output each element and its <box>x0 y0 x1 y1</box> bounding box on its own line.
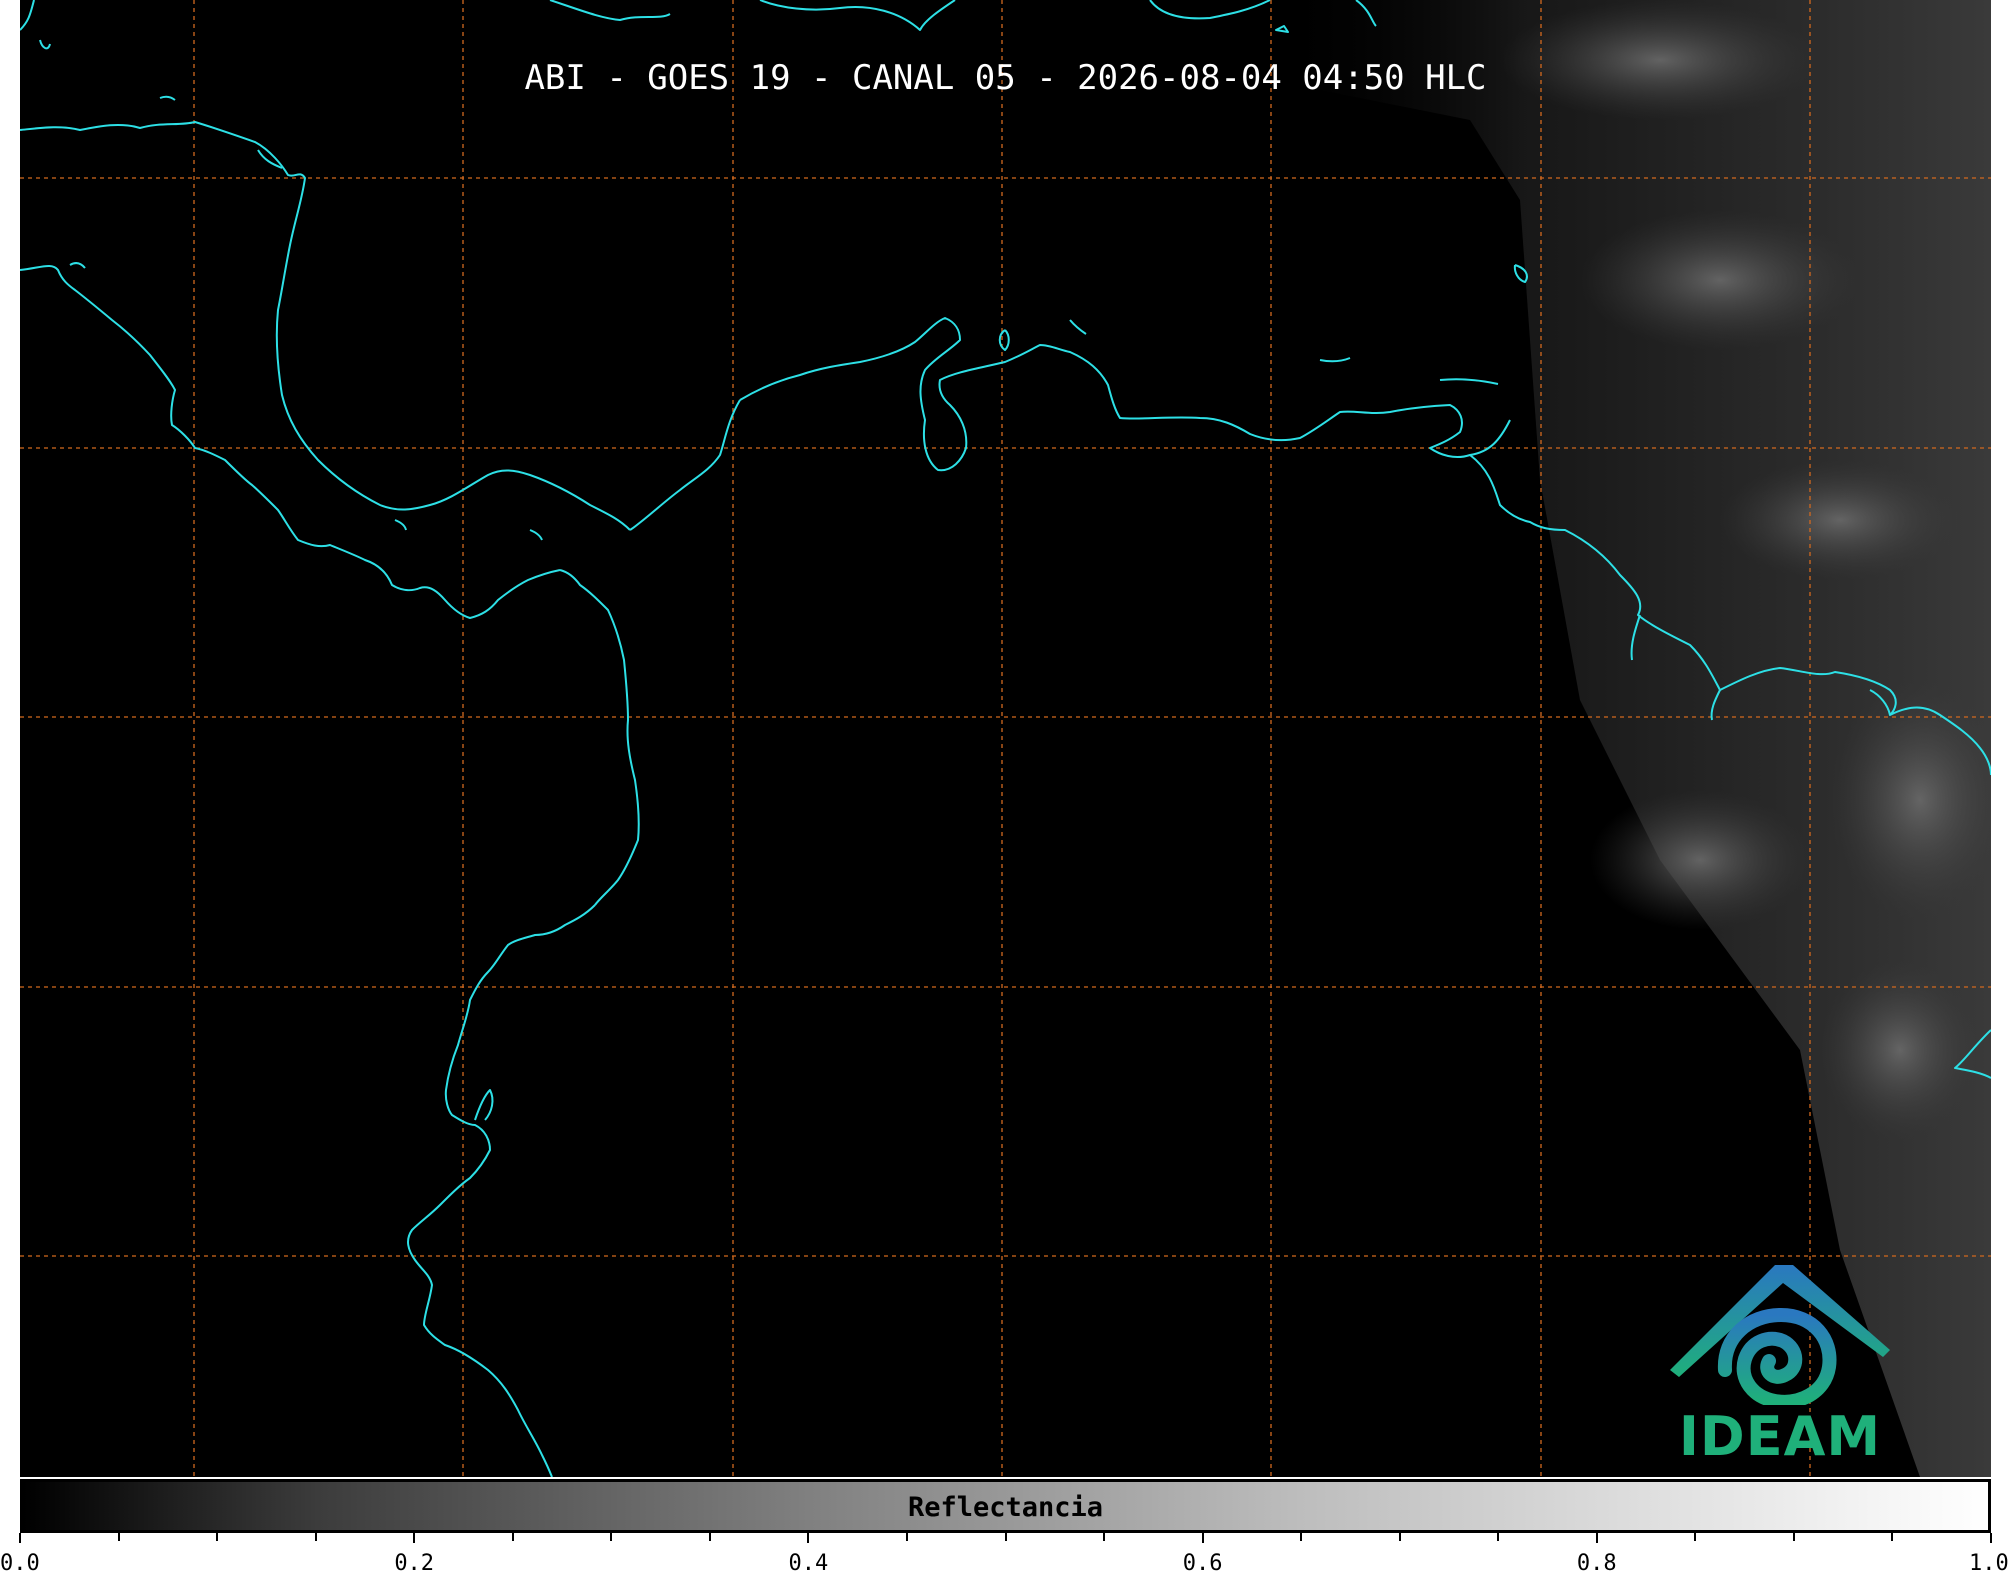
colorbar-tick-label: 0.6 <box>1182 1551 1223 1576</box>
colorbar-tick-label: 1.0 <box>1969 1551 2009 1576</box>
colorbar: Reflectancia <box>20 1479 1991 1533</box>
colorbar-tick-label: 0.8 <box>1576 1551 1617 1576</box>
colorbar-tick <box>1792 1533 1795 1541</box>
colorbar-tick <box>216 1533 219 1541</box>
colorbar-tick <box>19 1533 21 1543</box>
ideam-logo: IDEAM <box>1665 1255 1895 1475</box>
colorbar-tick <box>1300 1533 1303 1541</box>
colorbar-tick-label: 0.2 <box>394 1551 435 1576</box>
colorbar-tick-label: 0.0 <box>0 1551 40 1576</box>
colorbar-tick <box>1595 1533 1598 1543</box>
colorbar-tick <box>1497 1533 1500 1541</box>
colorbar-label: Reflectancia <box>907 1492 1104 1523</box>
colorbar-tick <box>1891 1533 1894 1541</box>
colorbar-ticks: 0.0 0.2 0.4 0.6 0.8 1.0 <box>0 1533 2009 1577</box>
colorbar-tick <box>610 1533 613 1541</box>
colorbar-tick <box>1398 1533 1401 1541</box>
map-title: ABI - GOES 19 - CANAL 05 - 2026-08-04 04… <box>524 58 1487 98</box>
colorbar-tick <box>314 1533 317 1541</box>
ideam-logo-icon <box>1670 1265 1890 1409</box>
colorbar-tick <box>1201 1533 1204 1543</box>
colorbar-tick <box>511 1533 514 1541</box>
colorbar-tick-label: 0.4 <box>788 1551 829 1576</box>
colorbar-tick <box>117 1533 120 1541</box>
colorbar-tick <box>905 1533 908 1541</box>
colorbar-tick <box>413 1533 416 1543</box>
colorbar-tick <box>1990 1533 1992 1543</box>
colorbar-tick <box>708 1533 711 1541</box>
colorbar-tick <box>1103 1533 1106 1541</box>
ideam-logo-text: IDEAM <box>1678 1405 1882 1468</box>
colorbar-tick <box>1694 1533 1697 1541</box>
colorbar-tick <box>807 1533 810 1543</box>
colorbar-tick <box>1004 1533 1007 1541</box>
